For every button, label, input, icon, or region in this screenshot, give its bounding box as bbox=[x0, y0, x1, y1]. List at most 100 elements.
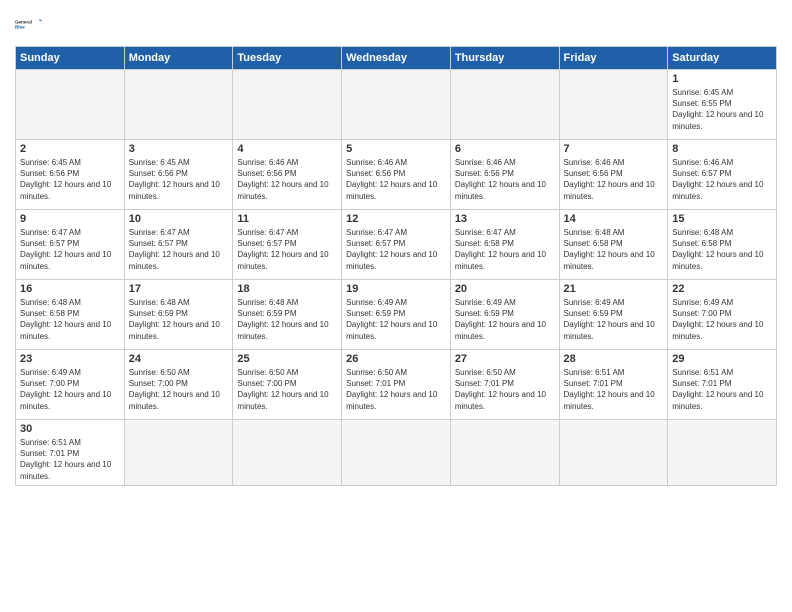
day-number: 20 bbox=[455, 283, 555, 295]
calendar-cell: 8 Sunrise: 6:46 AMSunset: 6:57 PMDaylight… bbox=[668, 140, 777, 210]
calendar-cell bbox=[342, 70, 451, 140]
day-info: Sunrise: 6:47 AMSunset: 6:58 PMDaylight:… bbox=[455, 227, 555, 272]
day-number: 11 bbox=[237, 213, 337, 225]
day-number: 26 bbox=[346, 353, 446, 365]
logo-icon: General Blue bbox=[15, 10, 43, 38]
weekday-header-monday: Monday bbox=[124, 47, 233, 70]
calendar-header-row: SundayMondayTuesdayWednesdayThursdayFrid… bbox=[16, 47, 777, 70]
weekday-header-tuesday: Tuesday bbox=[233, 47, 342, 70]
calendar-cell: 21 Sunrise: 6:49 AMSunset: 6:59 PMDayligh… bbox=[559, 280, 668, 350]
calendar-cell: 18Sunrise: 6:48 AMSunset: 6:59 PMDayligh… bbox=[233, 280, 342, 350]
day-info: Sunrise: 6:49 AMSunset: 6:59 PMDaylight:… bbox=[564, 297, 664, 342]
calendar-cell: 24Sunrise: 6:50 AMSunset: 7:00 PMDayligh… bbox=[124, 350, 233, 420]
calendar-cell bbox=[342, 420, 451, 486]
svg-text:Blue: Blue bbox=[15, 24, 25, 29]
calendar-cell: 29 Sunrise: 6:51 AMSunset: 7:01 PMDayligh… bbox=[668, 350, 777, 420]
day-info: Sunrise: 6:49 AMSunset: 6:59 PMDaylight:… bbox=[346, 297, 446, 342]
day-number: 13 bbox=[455, 213, 555, 225]
day-info: Sunrise: 6:49 AMSunset: 7:00 PMDaylight:… bbox=[672, 297, 772, 342]
calendar-cell: 14 Sunrise: 6:48 AMSunset: 6:58 PMDayligh… bbox=[559, 210, 668, 280]
day-info: Sunrise: 6:46 AMSunset: 6:56 PMDaylight:… bbox=[237, 157, 337, 202]
calendar-cell: 3 Sunrise: 6:45 AMSunset: 6:56 PMDaylight… bbox=[124, 140, 233, 210]
day-info: Sunrise: 6:50 AMSunset: 7:00 PMDaylight:… bbox=[237, 367, 337, 412]
svg-text:General: General bbox=[15, 19, 32, 24]
calendar-cell: 27Sunrise: 6:50 AMSunset: 7:01 PMDayligh… bbox=[450, 350, 559, 420]
weekday-header-friday: Friday bbox=[559, 47, 668, 70]
weekday-header-thursday: Thursday bbox=[450, 47, 559, 70]
day-info: Sunrise: 6:47 AMSunset: 6:57 PMDaylight:… bbox=[237, 227, 337, 272]
calendar-table: SundayMondayTuesdayWednesdayThursdayFrid… bbox=[15, 46, 777, 486]
calendar-cell: 22 Sunrise: 6:49 AMSunset: 7:00 PMDayligh… bbox=[668, 280, 777, 350]
calendar-cell: 15Sunrise: 6:48 AMSunset: 6:58 PMDayligh… bbox=[668, 210, 777, 280]
day-number: 1 bbox=[672, 73, 772, 85]
calendar-cell: 16 Sunrise: 6:48 AMSunset: 6:58 PMDayligh… bbox=[16, 280, 125, 350]
day-info: Sunrise: 6:47 AMSunset: 6:57 PMDaylight:… bbox=[129, 227, 229, 272]
calendar-cell bbox=[233, 70, 342, 140]
day-number: 22 bbox=[672, 283, 772, 295]
day-number: 4 bbox=[237, 143, 337, 155]
day-info: Sunrise: 6:48 AMSunset: 6:59 PMDaylight:… bbox=[129, 297, 229, 342]
weekday-header-wednesday: Wednesday bbox=[342, 47, 451, 70]
day-info: Sunrise: 6:45 AMSunset: 6:56 PMDaylight:… bbox=[20, 157, 120, 202]
calendar-cell: 19 Sunrise: 6:49 AMSunset: 6:59 PMDayligh… bbox=[342, 280, 451, 350]
weekday-header-sunday: Sunday bbox=[16, 47, 125, 70]
day-info: Sunrise: 6:49 AMSunset: 7:00 PMDaylight:… bbox=[20, 367, 120, 412]
calendar-week-6: 30Sunrise: 6:51 AMSunset: 7:01 PMDayligh… bbox=[16, 420, 777, 486]
calendar-cell bbox=[559, 70, 668, 140]
calendar-cell: 28 Sunrise: 6:51 AMSunset: 7:01 PMDayligh… bbox=[559, 350, 668, 420]
day-number: 25 bbox=[237, 353, 337, 365]
day-number: 7 bbox=[564, 143, 664, 155]
day-number: 27 bbox=[455, 353, 555, 365]
header: General Blue bbox=[15, 10, 777, 38]
calendar-cell: 12Sunrise: 6:47 AMSunset: 6:57 PMDayligh… bbox=[342, 210, 451, 280]
calendar-cell: 2 Sunrise: 6:45 AMSunset: 6:56 PMDaylight… bbox=[16, 140, 125, 210]
calendar-cell: 23 Sunrise: 6:49 AMSunset: 7:00 PMDayligh… bbox=[16, 350, 125, 420]
calendar-cell: 20Sunrise: 6:49 AMSunset: 6:59 PMDayligh… bbox=[450, 280, 559, 350]
calendar-cell bbox=[450, 70, 559, 140]
calendar-cell: 9 Sunrise: 6:47 AMSunset: 6:57 PMDaylight… bbox=[16, 210, 125, 280]
day-number: 17 bbox=[129, 283, 229, 295]
calendar-week-3: 9 Sunrise: 6:47 AMSunset: 6:57 PMDaylight… bbox=[16, 210, 777, 280]
day-number: 3 bbox=[129, 143, 229, 155]
day-info: Sunrise: 6:50 AMSunset: 7:01 PMDaylight:… bbox=[346, 367, 446, 412]
day-info: Sunrise: 6:46 AMSunset: 6:57 PMDaylight:… bbox=[672, 157, 772, 202]
calendar-week-5: 23 Sunrise: 6:49 AMSunset: 7:00 PMDayligh… bbox=[16, 350, 777, 420]
calendar-cell: 11 Sunrise: 6:47 AMSunset: 6:57 PMDayligh… bbox=[233, 210, 342, 280]
day-info: Sunrise: 6:47 AMSunset: 6:57 PMDaylight:… bbox=[20, 227, 120, 272]
day-number: 30 bbox=[20, 423, 120, 435]
day-number: 6 bbox=[455, 143, 555, 155]
day-number: 19 bbox=[346, 283, 446, 295]
calendar-cell: 13 Sunrise: 6:47 AMSunset: 6:58 PMDayligh… bbox=[450, 210, 559, 280]
calendar-page: General Blue SundayMondayTuesdayWednesda… bbox=[0, 0, 792, 612]
calendar-week-4: 16 Sunrise: 6:48 AMSunset: 6:58 PMDayligh… bbox=[16, 280, 777, 350]
calendar-cell: 10Sunrise: 6:47 AMSunset: 6:57 PMDayligh… bbox=[124, 210, 233, 280]
calendar-cell: 26 Sunrise: 6:50 AMSunset: 7:01 PMDayligh… bbox=[342, 350, 451, 420]
weekday-header-saturday: Saturday bbox=[668, 47, 777, 70]
day-number: 23 bbox=[20, 353, 120, 365]
day-number: 16 bbox=[20, 283, 120, 295]
day-info: Sunrise: 6:48 AMSunset: 6:58 PMDaylight:… bbox=[564, 227, 664, 272]
calendar-cell: 7 Sunrise: 6:46 AMSunset: 6:56 PMDaylight… bbox=[559, 140, 668, 210]
day-number: 29 bbox=[672, 353, 772, 365]
day-info: Sunrise: 6:51 AMSunset: 7:01 PMDaylight:… bbox=[672, 367, 772, 412]
day-number: 8 bbox=[672, 143, 772, 155]
calendar-cell bbox=[450, 420, 559, 486]
day-info: Sunrise: 6:46 AMSunset: 6:56 PMDaylight:… bbox=[564, 157, 664, 202]
day-number: 21 bbox=[564, 283, 664, 295]
day-number: 14 bbox=[564, 213, 664, 225]
calendar-cell: 17 Sunrise: 6:48 AMSunset: 6:59 PMDayligh… bbox=[124, 280, 233, 350]
day-number: 28 bbox=[564, 353, 664, 365]
day-info: Sunrise: 6:51 AMSunset: 7:01 PMDaylight:… bbox=[564, 367, 664, 412]
day-info: Sunrise: 6:46 AMSunset: 6:56 PMDaylight:… bbox=[455, 157, 555, 202]
day-number: 2 bbox=[20, 143, 120, 155]
day-info: Sunrise: 6:47 AMSunset: 6:57 PMDaylight:… bbox=[346, 227, 446, 272]
calendar-week-1: 1Sunrise: 6:45 AMSunset: 6:55 PMDaylight… bbox=[16, 70, 777, 140]
calendar-cell: 6 Sunrise: 6:46 AMSunset: 6:56 PMDaylight… bbox=[450, 140, 559, 210]
calendar-cell bbox=[124, 420, 233, 486]
day-number: 9 bbox=[20, 213, 120, 225]
day-info: Sunrise: 6:45 AMSunset: 6:56 PMDaylight:… bbox=[129, 157, 229, 202]
calendar-week-2: 2 Sunrise: 6:45 AMSunset: 6:56 PMDaylight… bbox=[16, 140, 777, 210]
day-info: Sunrise: 6:48 AMSunset: 6:58 PMDaylight:… bbox=[20, 297, 120, 342]
calendar-cell: 1Sunrise: 6:45 AMSunset: 6:55 PMDaylight… bbox=[668, 70, 777, 140]
calendar-cell bbox=[559, 420, 668, 486]
